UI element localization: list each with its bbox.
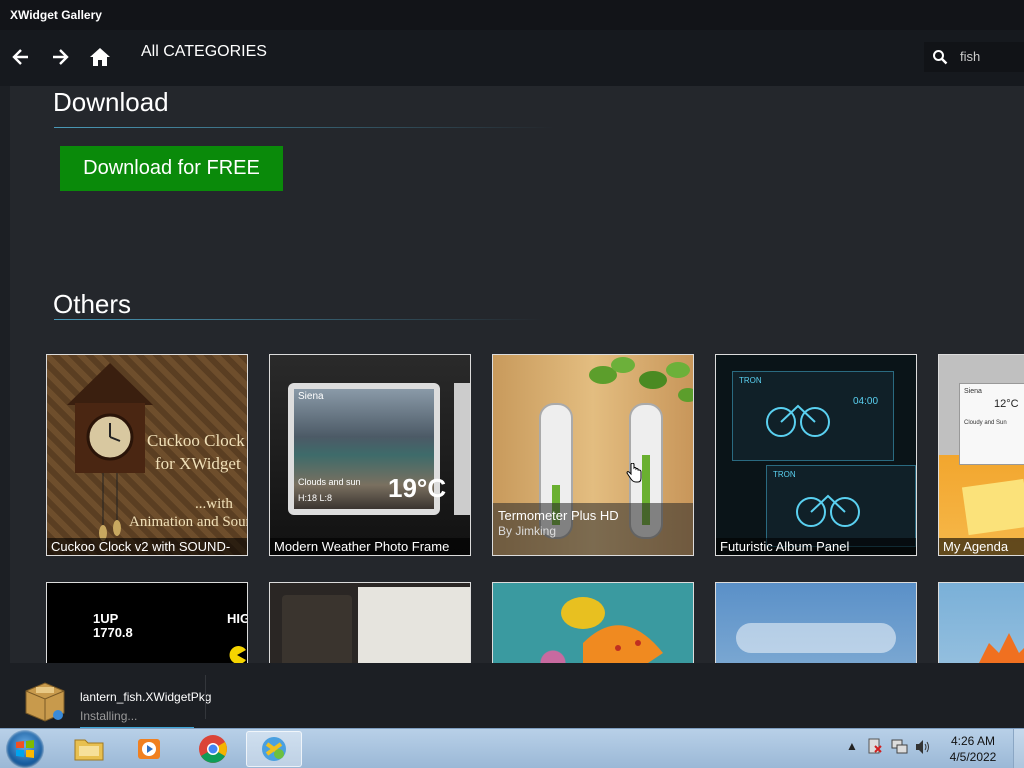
clock-time: 4:26 AM bbox=[950, 734, 996, 748]
temperature-label: 19°C bbox=[388, 473, 447, 503]
nav-title[interactable]: All CATEGORIES bbox=[141, 43, 267, 61]
system-clock[interactable]: 4:26 AM 4/5/2022 bbox=[943, 733, 1003, 765]
download-item[interactable]: lantern_fish.XWidgetPkg Installing... bbox=[14, 669, 211, 729]
window-title: XWidget Gallery bbox=[10, 8, 102, 22]
tron-label: TRON bbox=[773, 470, 796, 479]
gallery-content: Download Download for FREE Others Cuckoo… bbox=[10, 86, 1024, 663]
high-score-label: HIG bbox=[227, 611, 248, 626]
taskbar-chrome-button[interactable] bbox=[185, 731, 241, 767]
nav-bar: All CATEGORIES fish bbox=[0, 30, 1024, 86]
clock-date: 4/5/2022 bbox=[949, 750, 997, 764]
download-filename: lantern_fish.XWidgetPkg bbox=[80, 690, 212, 704]
chrome-icon bbox=[199, 735, 227, 763]
photo-frame: Siena Clouds and sun H:18 L:8 19°C bbox=[288, 383, 446, 515]
action-center-icon[interactable] bbox=[867, 738, 883, 757]
hilo-label: H:18 L:8 bbox=[298, 493, 333, 503]
tron-label: TRON bbox=[739, 376, 762, 385]
widget-card-sky-orange[interactable] bbox=[938, 582, 1024, 663]
forward-button[interactable] bbox=[45, 42, 75, 72]
fish-image bbox=[561, 597, 663, 663]
city-label: Siena bbox=[964, 388, 982, 395]
taskbar-media-player-button[interactable] bbox=[121, 731, 177, 767]
widget-card-sky[interactable] bbox=[715, 582, 917, 663]
widget-card-my-agenda[interactable]: Siena 12°C Cloudy and Sun My Agenda bbox=[938, 354, 1024, 556]
back-button[interactable] bbox=[6, 42, 36, 72]
taskbar: ▲ 4:26 AM 4/5/2022 bbox=[0, 728, 1024, 768]
divider bbox=[54, 319, 544, 320]
download-panel: lantern_fish.XWidgetPkg Installing... bbox=[0, 663, 1024, 729]
hand-cursor-icon bbox=[626, 463, 642, 483]
score-value: 1770.8 bbox=[93, 625, 133, 640]
widget-card-lantern-fish[interactable] bbox=[492, 582, 694, 663]
show-desktop-button[interactable] bbox=[1013, 729, 1024, 768]
show-hidden-icons-button[interactable]: ▲ bbox=[846, 739, 858, 753]
notebook-cover bbox=[282, 595, 352, 663]
orange-object-image bbox=[979, 633, 1024, 663]
windows-logo-icon bbox=[16, 740, 34, 758]
card-overlay-text: for XWidget bbox=[155, 454, 241, 473]
taskbar-xwidget-button[interactable] bbox=[246, 731, 302, 767]
time-label: 04:00 bbox=[853, 396, 879, 407]
download-section-title: Download bbox=[53, 87, 169, 117]
score-label: 1UP bbox=[93, 611, 119, 626]
window-title-bar: XWidget Gallery bbox=[0, 0, 1024, 30]
city-label: Siena bbox=[298, 391, 324, 402]
card-overlay-text: Animation and Sound bbox=[129, 514, 248, 530]
album-panel-top: TRON 04:00 bbox=[732, 371, 894, 461]
home-button[interactable] bbox=[85, 42, 115, 72]
widget-card-cuckoo-clock[interactable]: Cuckoo Clock for XWidget ...with Animati… bbox=[46, 354, 248, 556]
conditions-label: Clouds and sun bbox=[298, 477, 361, 487]
card-overlay-text: ...with bbox=[195, 496, 233, 512]
lightcycle-image bbox=[766, 404, 830, 437]
start-button[interactable] bbox=[6, 730, 44, 768]
xwidget-icon bbox=[262, 737, 286, 761]
weather-note: Siena 12°C Cloudy and Sun bbox=[959, 383, 1024, 465]
network-icon[interactable] bbox=[891, 738, 909, 757]
card-caption: My Agenda bbox=[939, 538, 1024, 555]
divider bbox=[54, 127, 554, 128]
taskbar-explorer-button[interactable] bbox=[61, 731, 117, 767]
package-icon bbox=[25, 682, 65, 722]
card-hover-author: By Jimking bbox=[498, 524, 557, 538]
card-caption: Modern Weather Photo Frame bbox=[270, 538, 470, 555]
search-input[interactable]: fish bbox=[960, 49, 980, 64]
widget-card-weather-frame[interactable]: Siena Clouds and sun H:18 L:8 19°C Moder… bbox=[269, 354, 471, 556]
widget-card-pacman[interactable]: 1UP 1770.8 HIG bbox=[46, 582, 248, 663]
widget-card-termometer[interactable]: Termometer Plus HD By Jimking bbox=[492, 354, 694, 556]
arrow-right-icon bbox=[53, 49, 69, 65]
download-free-button[interactable]: Download for FREE bbox=[60, 146, 283, 191]
divider bbox=[205, 675, 206, 719]
search-box[interactable]: fish bbox=[924, 42, 1024, 72]
lightcycle-image bbox=[796, 494, 860, 527]
card-caption: Cuckoo Clock v2 with SOUND- bbox=[47, 538, 247, 555]
search-icon[interactable] bbox=[932, 49, 948, 65]
album-panel-bottom: TRON bbox=[766, 465, 916, 547]
widget-card-notebook[interactable] bbox=[269, 582, 471, 663]
frame-edge bbox=[454, 383, 470, 515]
card-caption: Futuristic Album Panel bbox=[716, 538, 916, 555]
media-player-icon bbox=[138, 739, 160, 759]
download-status: Installing... bbox=[80, 709, 138, 723]
arrow-left-icon bbox=[12, 49, 28, 65]
conditions-label: Cloudy and Sun bbox=[964, 420, 1007, 426]
home-icon bbox=[90, 48, 110, 66]
temperature-label: 12°C bbox=[994, 398, 1019, 410]
notebook-pages bbox=[358, 587, 470, 663]
volume-icon[interactable] bbox=[915, 739, 931, 758]
widget-card-futuristic-album[interactable]: TRON 04:00 TRON Futuristic Album Panel bbox=[715, 354, 917, 556]
card-hover-overlay: Termometer Plus HD By Jimking bbox=[493, 503, 693, 555]
cloud bbox=[736, 623, 896, 653]
others-section-title: Others bbox=[53, 289, 132, 319]
folder-icon bbox=[74, 739, 104, 761]
sticky-note bbox=[961, 478, 1024, 536]
card-hover-title: Termometer Plus HD bbox=[498, 508, 619, 523]
pacman-icon bbox=[229, 646, 246, 663]
card-overlay-text: Cuckoo Clock bbox=[147, 431, 245, 450]
leaves-image bbox=[589, 357, 693, 402]
